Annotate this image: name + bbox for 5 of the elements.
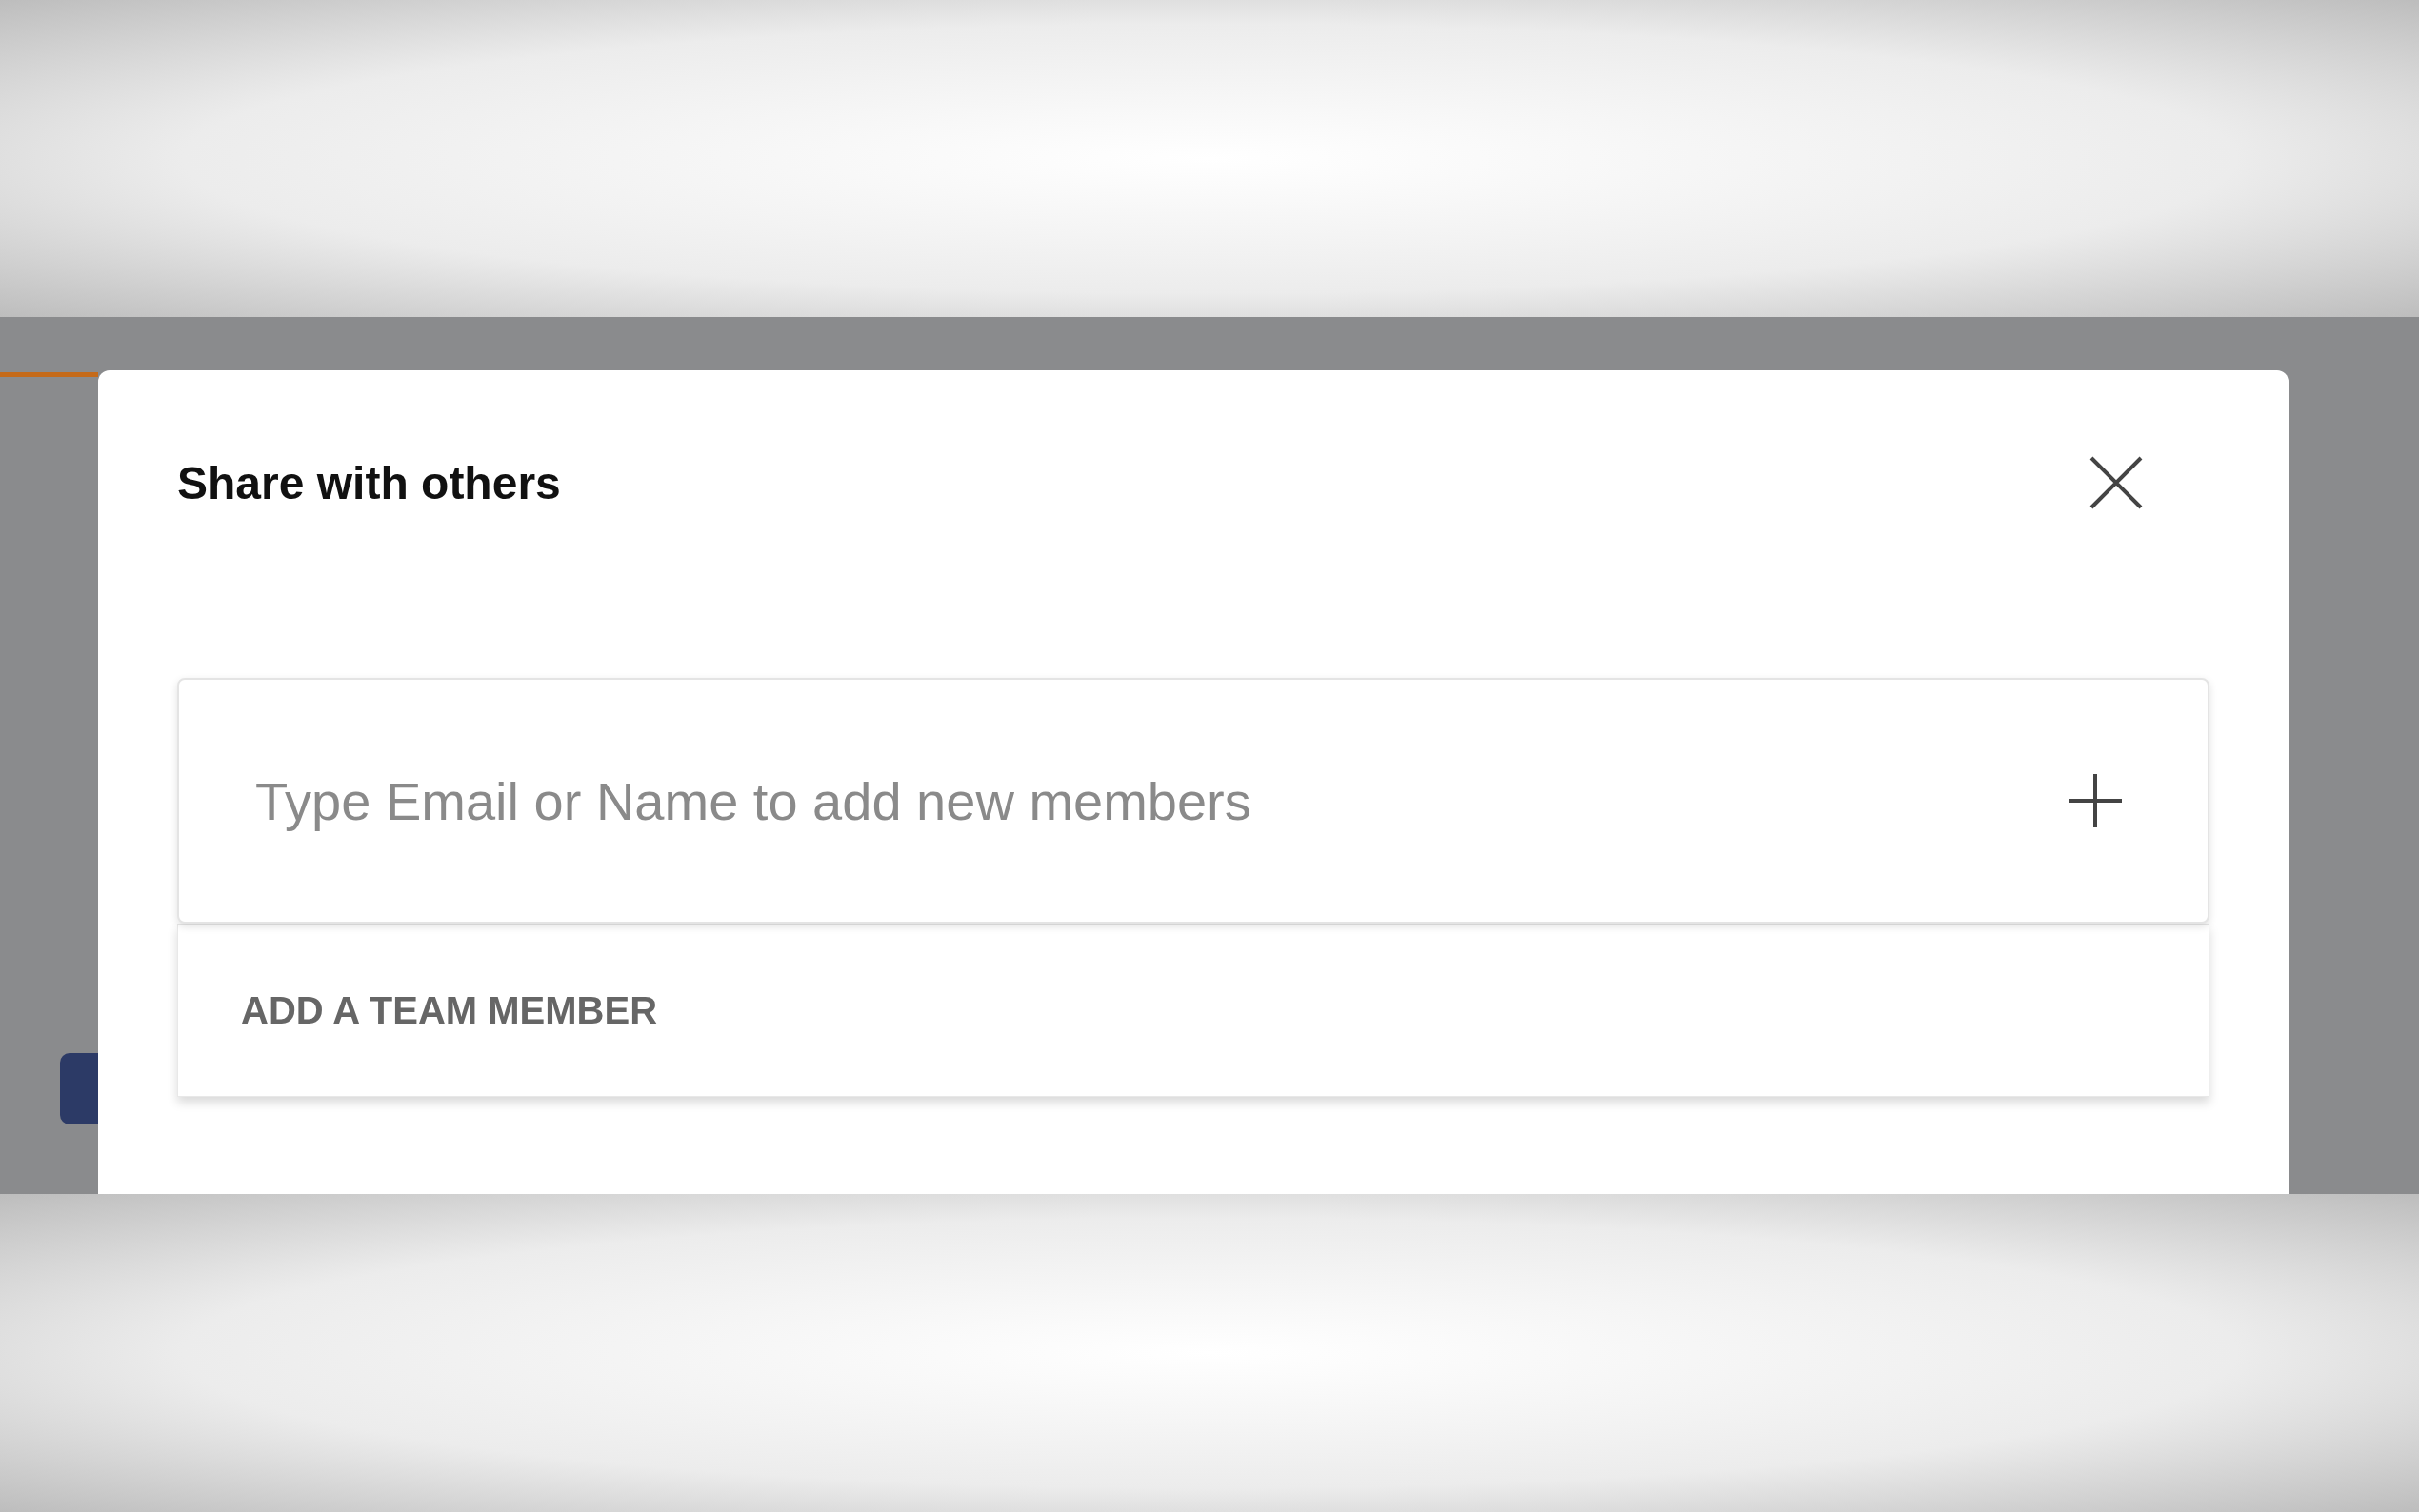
close-icon[interactable] — [2088, 454, 2145, 511]
suggestion-item[interactable]: ADD A TEAM MEMBER — [241, 988, 657, 1032]
plus-icon[interactable] — [2067, 772, 2124, 829]
member-search-field[interactable]: Type Email or Name to add new members — [177, 678, 2209, 924]
dialog-title: Share with others — [177, 456, 561, 509]
